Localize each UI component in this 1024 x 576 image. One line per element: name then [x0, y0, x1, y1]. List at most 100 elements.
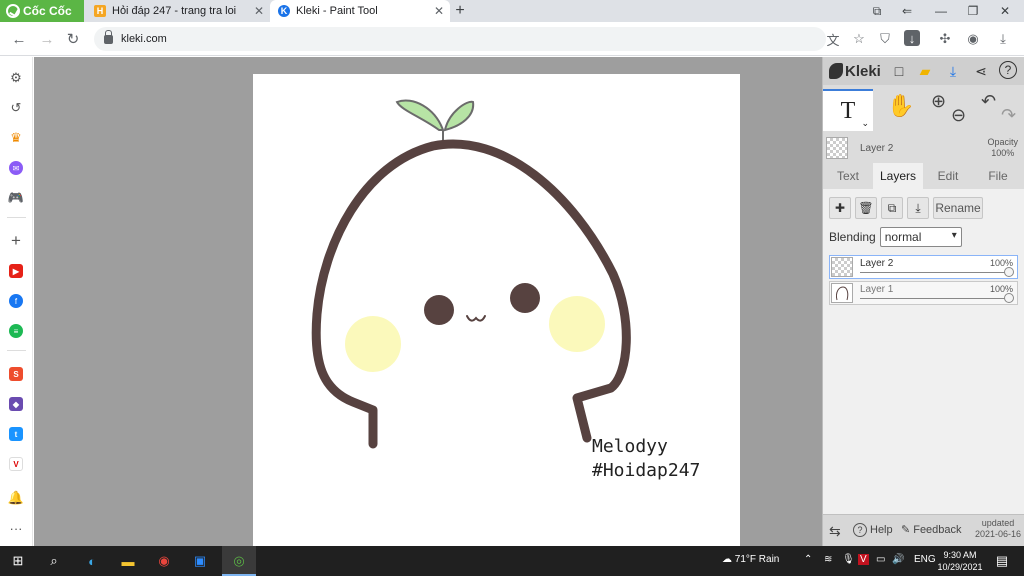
vivaldi-tray-icon[interactable]: V	[858, 554, 869, 565]
close-window-button[interactable]: ✕	[990, 0, 1020, 22]
redo-icon[interactable]: ↷	[1001, 105, 1016, 126]
layer-row-layer-2[interactable]: Layer 2 100%	[829, 255, 1018, 279]
tab-text[interactable]: Text	[823, 163, 873, 189]
coccoc-menu-button[interactable]: Cốc Cốc	[0, 0, 84, 22]
close-tab-icon[interactable]: ✕	[434, 4, 444, 18]
minimize-button[interactable]: —	[926, 0, 956, 22]
profile-icon[interactable]: ◉	[964, 30, 982, 48]
tab-search-icon[interactable]: ⇐	[892, 0, 922, 22]
tab-kleki[interactable]: K Kleki - Paint Tool ✕	[270, 0, 450, 22]
layer-row-layer-1[interactable]: Layer 1 100%	[829, 281, 1018, 305]
share-icon[interactable]: ⋖	[971, 61, 991, 81]
history-icon[interactable]: ↺	[6, 98, 26, 118]
youtube-icon[interactable]: ▶	[6, 261, 26, 281]
edge-icon[interactable]: ◐	[80, 550, 104, 572]
layer-opacity-slider-handle[interactable]	[1004, 267, 1014, 277]
text-tool-glyph: T	[840, 97, 856, 124]
translate-icon[interactable]: 文	[824, 30, 842, 48]
weather-widget[interactable]: ☁ 71°F Rain	[722, 554, 779, 565]
help-icon[interactable]: ?	[999, 61, 1017, 79]
facebook-icon[interactable]: f	[6, 291, 26, 311]
notification-center-icon[interactable]: ▤	[990, 550, 1014, 572]
leaf-left-shape	[395, 99, 445, 131]
layer-thumbnail-sketch	[836, 286, 849, 301]
game-avatar-icon[interactable]: ◆	[6, 394, 26, 414]
network-icon[interactable]: ▭	[876, 554, 885, 565]
crown-icon[interactable]: ♛	[6, 128, 26, 148]
rename-layer-button[interactable]: Rename	[933, 197, 983, 219]
show-hidden-icons[interactable]: ⌃	[804, 554, 812, 565]
new-tab-button[interactable]: +	[452, 0, 468, 22]
blending-label: Blending	[829, 230, 876, 244]
coccoc-taskbar-icon[interactable]: ◎	[227, 550, 251, 572]
zoom-in-icon[interactable]: ⊕	[931, 91, 946, 112]
download-video-icon[interactable]: ↓	[904, 30, 920, 46]
tool-row: T ⌄ ✋ ⊕ ⊖ ↶ ↷	[823, 85, 1024, 133]
extensions-icon[interactable]: ✣	[936, 30, 954, 48]
layer-opacity-slider-handle[interactable]	[1004, 293, 1014, 303]
zoom-out-icon[interactable]: ⊖	[951, 105, 966, 126]
merge-down-icon[interactable]: ⤓	[907, 197, 929, 219]
reload-button[interactable]: ↻	[62, 28, 84, 50]
swap-sides-icon[interactable]: ⇆	[829, 523, 841, 540]
tab-file[interactable]: File	[973, 163, 1023, 189]
signature-name: Melodyy	[592, 436, 668, 457]
hand-tool-icon[interactable]: ✋	[887, 93, 914, 119]
add-layer-button[interactable]: ✚	[829, 197, 851, 219]
undo-icon[interactable]: ↶	[981, 91, 996, 112]
active-layer-preview: Layer 2 Opacity 100%	[826, 137, 1022, 163]
drawing-canvas[interactable]: Melodyy #Hoidap247	[253, 74, 740, 546]
vtv-icon[interactable]: V	[6, 454, 26, 474]
blending-mode-value: normal	[884, 230, 922, 244]
microphone-icon[interactable]: 🎙	[842, 554, 855, 565]
wifi-icon[interactable]: ≋	[824, 554, 832, 565]
blending-mode-select[interactable]: normal ▾	[879, 227, 962, 247]
zoom-app-icon[interactable]: ▣	[188, 550, 212, 572]
spotify-icon[interactable]: ≡	[6, 321, 26, 341]
tiki-icon[interactable]: t	[6, 424, 26, 444]
layer-opacity-track	[860, 272, 1009, 273]
chevron-down-icon[interactable]: ⌄	[861, 118, 869, 129]
tab-hoidap247[interactable]: H Hỏi đáp 247 - trang tra loi ✕	[86, 0, 270, 22]
system-clock[interactable]: 9:30 AM 10/29/2021	[932, 549, 988, 573]
canvas-workspace[interactable]: Melodyy #Hoidap247	[34, 57, 822, 546]
search-icon[interactable]: ⌕	[42, 550, 66, 572]
address-bar[interactable]: kleki.com	[94, 27, 826, 51]
settings-gear-icon[interactable]: ⚙	[6, 68, 26, 88]
kleki-logo-icon	[829, 63, 843, 79]
messenger-icon[interactable]: ✉	[6, 158, 26, 178]
chrome-icon[interactable]: ◉	[152, 550, 176, 572]
close-tab-icon[interactable]: ✕	[254, 4, 264, 18]
open-folder-icon[interactable]: ▰	[915, 61, 935, 81]
duplicate-layer-icon[interactable]: ⧉	[881, 197, 903, 219]
tab-title: Kleki - Paint Tool	[296, 5, 378, 17]
restore-button[interactable]: ❐	[958, 0, 988, 22]
kleki-logo[interactable]: Kleki	[829, 63, 881, 80]
text-tool-button[interactable]: T ⌄	[823, 89, 873, 131]
game-controller-icon[interactable]: 🎮	[6, 188, 26, 208]
url-text: kleki.com	[121, 33, 167, 45]
feedback-button[interactable]: ✎ Feedback	[901, 523, 962, 537]
back-button[interactable]: ←	[8, 28, 30, 50]
help-button[interactable]: ? Help	[853, 523, 893, 537]
sidebar-rail: ⚙ ↺ ♛ ✉ 🎮 + ▶ f ≡ S ◆ t V 🔔 ···	[0, 57, 33, 546]
shield-icon[interactable]: ⛉	[876, 30, 894, 48]
updated-date: 2021-06-16	[974, 529, 1021, 539]
bookmark-star-icon[interactable]: ☆	[850, 30, 868, 48]
shopee-icon[interactable]: S	[6, 364, 26, 384]
forward-button[interactable]: →	[36, 28, 58, 50]
downloads-icon[interactable]: ⤓	[994, 30, 1012, 48]
notifications-bell-icon[interactable]: 🔔	[6, 488, 26, 508]
delete-layer-trash-icon[interactable]: 🗑	[855, 197, 877, 219]
add-shortcut-icon[interactable]: +	[6, 231, 26, 251]
screenshot-icon[interactable]: ⧉	[862, 0, 892, 22]
panel-tabs: Text Layers Edit File	[823, 163, 1024, 189]
more-options-icon[interactable]: ···	[6, 518, 26, 538]
windows-start-icon[interactable]: ⊞	[6, 550, 30, 572]
tab-layers[interactable]: Layers	[873, 163, 923, 189]
new-image-icon[interactable]: □	[889, 61, 909, 81]
tab-edit[interactable]: Edit	[923, 163, 973, 189]
volume-icon[interactable]: 🔊	[892, 554, 904, 565]
save-download-icon[interactable]: ⤓	[943, 61, 963, 81]
file-explorer-icon[interactable]: ▬	[116, 550, 140, 572]
